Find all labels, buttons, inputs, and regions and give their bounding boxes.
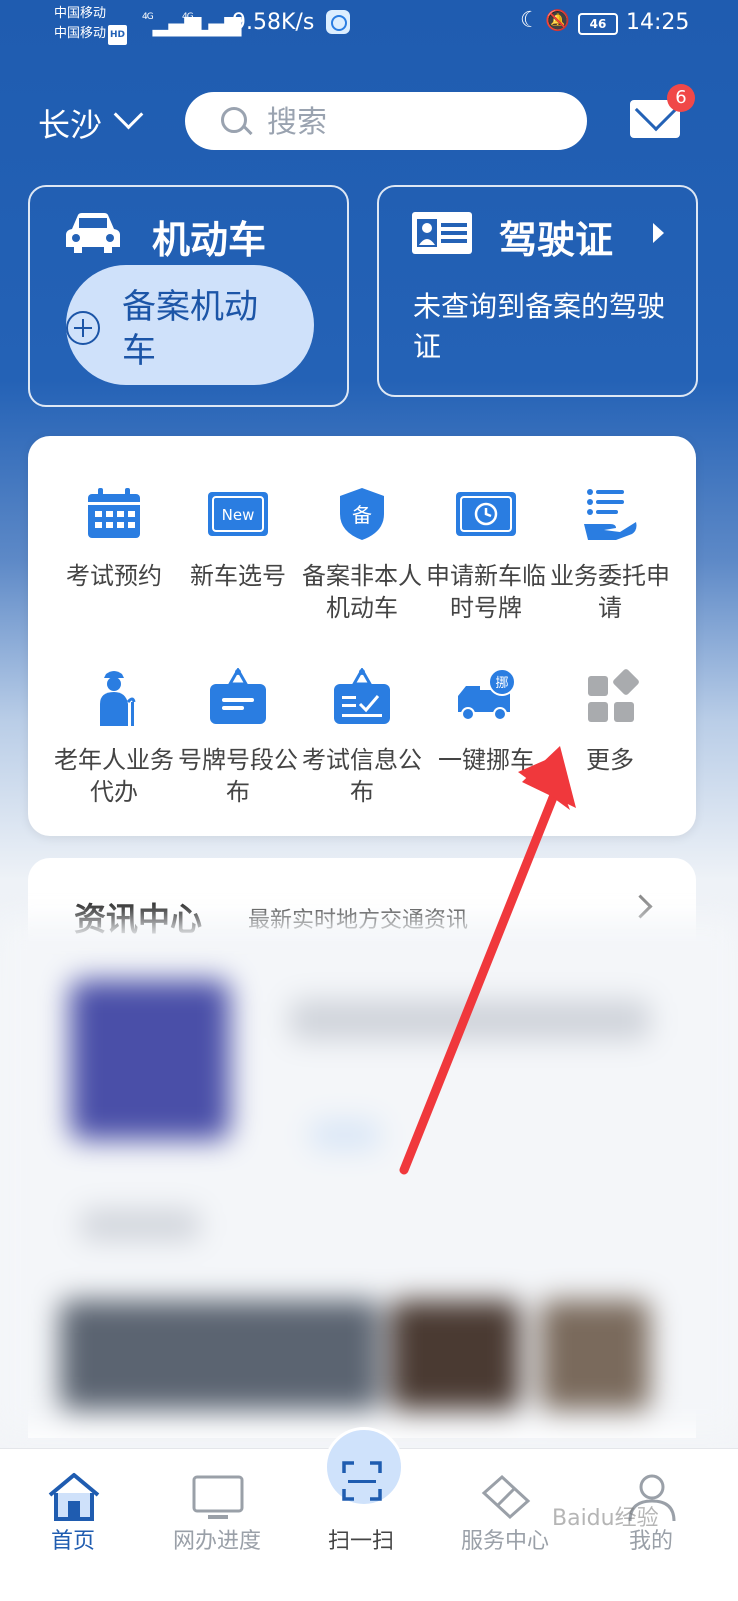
license-card-title: 驾驶证 xyxy=(499,218,614,262)
baidu-watermark: Baidu经验 xyxy=(552,1506,659,1531)
app-notification-icon xyxy=(326,10,350,34)
news-image xyxy=(540,1300,650,1410)
nav-progress[interactable]: 网办进度 xyxy=(152,1449,282,1601)
mail-badge: 6 xyxy=(667,84,695,112)
nav-label: 首页 xyxy=(50,1529,95,1554)
nav-home[interactable]: 首页 xyxy=(8,1449,138,1601)
nav-service-center[interactable]: 服务中心 xyxy=(440,1449,570,1601)
service-label: 老年人业务代办 xyxy=(54,746,174,806)
nav-label: 服务中心 xyxy=(460,1529,549,1554)
service-delegation[interactable]: 业务委托申请 xyxy=(548,484,672,624)
new-plate-icon: New xyxy=(208,492,268,536)
service-more[interactable]: 更多 xyxy=(548,668,672,776)
sign-board-icon xyxy=(210,666,266,724)
city-selector[interactable]: 长沙 xyxy=(38,100,102,146)
license-card[interactable]: 驾驶证 未查询到备案的驾驶证 xyxy=(377,185,698,397)
blurred-news-content xyxy=(0,920,738,1430)
register-vehicle-label: 备案机动车 xyxy=(122,287,258,371)
hand-list-icon xyxy=(584,489,637,540)
search-icon xyxy=(221,107,247,133)
service-plate-range[interactable]: 号牌号段公布 xyxy=(176,666,300,808)
vehicle-card-title: 机动车 xyxy=(152,218,267,262)
chevron-right-icon xyxy=(653,223,664,243)
service-label: 号牌号段公布 xyxy=(178,746,298,806)
service-label: 新车选号 xyxy=(190,562,286,590)
license-description: 未查询到备案的驾驶证 xyxy=(413,290,666,363)
news-image xyxy=(60,1300,380,1410)
news-text-line xyxy=(80,1210,200,1240)
service-label: 考试信息公布 xyxy=(302,746,422,806)
svg-text:备: 备 xyxy=(352,503,372,527)
id-card-icon xyxy=(412,212,472,254)
nav-label: 网办进度 xyxy=(172,1529,261,1554)
search-input[interactable] xyxy=(265,104,569,140)
service-exam-booking[interactable]: 考试预约 xyxy=(52,484,176,592)
svg-text:New: New xyxy=(222,506,255,524)
calendar-icon xyxy=(88,488,140,538)
service-label: 更多 xyxy=(586,746,634,774)
check-board-icon xyxy=(334,666,390,724)
car-icon xyxy=(66,213,120,253)
service-register-other-vehicle[interactable]: 备 备案非本人机动车 xyxy=(300,484,424,624)
network-speed: 9.58K/s xyxy=(232,10,315,35)
service-icon xyxy=(481,1474,531,1520)
chevron-right-icon[interactable] xyxy=(628,894,653,919)
vehicle-card[interactable]: 机动车 备案机动车 xyxy=(28,185,349,407)
hd-badge: HD xyxy=(108,25,128,45)
service-move-car[interactable]: 挪 一键挪车 xyxy=(424,668,548,776)
truck-icon: 挪 xyxy=(458,668,516,721)
svg-text:挪: 挪 xyxy=(495,676,508,691)
service-exam-info[interactable]: 考试信息公布 xyxy=(300,666,424,808)
shield-icon: 备 xyxy=(340,488,384,540)
carrier-info: 中国移动 中国移动 HD xyxy=(54,4,128,45)
nav-label: 扫一扫 xyxy=(327,1529,394,1554)
service-label: 考试预约 xyxy=(66,562,162,590)
temp-plate-icon xyxy=(456,492,516,536)
status-bar: 中国移动 中国移动 HD 4G▂▄▆ 4G▂▄▆ 9.58K/s ☾ 🔕 46 1… xyxy=(0,0,738,50)
service-new-plate[interactable]: New 新车选号 xyxy=(176,484,300,592)
service-label: 一键挪车 xyxy=(438,746,534,774)
search-bar[interactable] xyxy=(185,92,587,150)
clock: 14:25 xyxy=(626,10,690,35)
moon-icon: ☾ xyxy=(520,8,540,33)
nav-scan[interactable]: 扫一扫 xyxy=(296,1427,426,1601)
elderly-icon xyxy=(100,671,136,726)
grid-more-icon xyxy=(588,669,639,722)
monitor-icon xyxy=(192,1475,244,1519)
service-label: 申请新车临时号牌 xyxy=(426,562,546,622)
news-text-line xyxy=(290,1000,650,1040)
mute-bell-icon: 🔕 xyxy=(545,8,570,32)
battery-icon: 46 xyxy=(578,13,618,35)
service-elderly[interactable]: 老年人业务代办 xyxy=(52,668,176,808)
register-vehicle-button[interactable]: 备案机动车 xyxy=(66,265,314,385)
service-temp-plate[interactable]: 申请新车临时号牌 xyxy=(424,484,548,624)
services-panel: 考试预约 New 新车选号 备 备案非本人机动车 申请新车临时号牌 业务委托申请… xyxy=(28,436,696,836)
service-label: 备案非本人机动车 xyxy=(302,562,422,622)
news-tag xyxy=(310,1120,380,1150)
news-thumbnail xyxy=(70,980,230,1140)
service-label: 业务委托申请 xyxy=(550,562,670,622)
scan-icon xyxy=(342,1461,382,1501)
plus-circle-icon xyxy=(66,311,100,345)
carrier-1: 中国移动 xyxy=(54,6,107,21)
home-icon xyxy=(48,1473,100,1521)
carrier-2: 中国移动 xyxy=(54,26,107,41)
news-image xyxy=(390,1300,520,1410)
